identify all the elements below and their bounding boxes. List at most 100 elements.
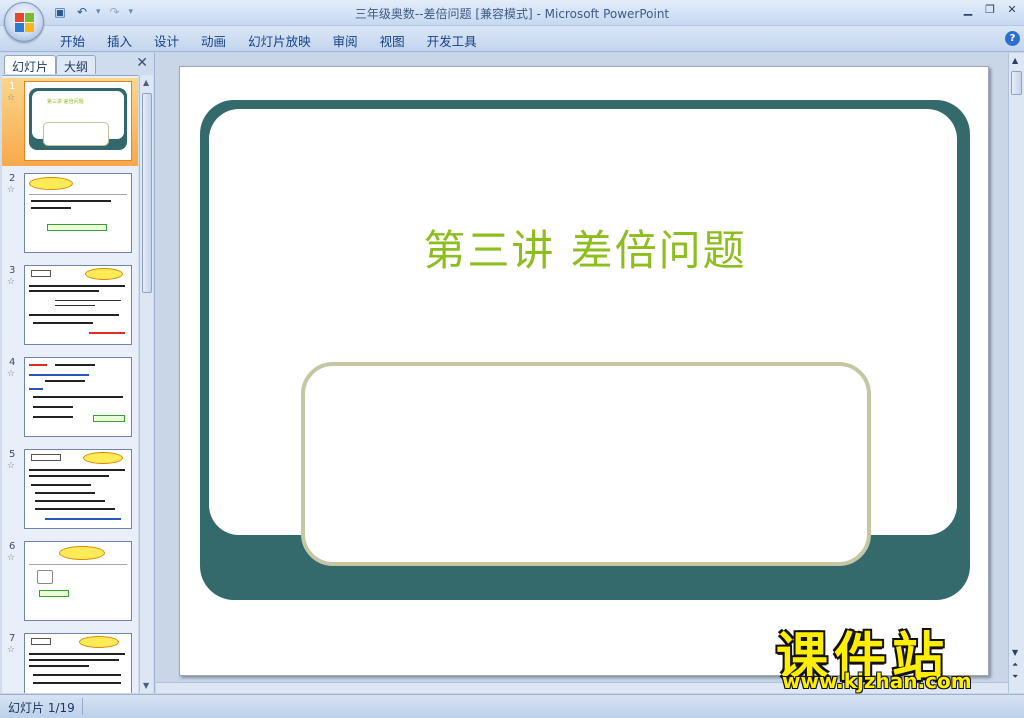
- thumb-text-line: [29, 665, 89, 667]
- thumbnail-slide-4[interactable]: 4 ☆: [2, 354, 138, 442]
- thumb-text-line: [35, 492, 95, 494]
- office-button[interactable]: [4, 2, 44, 42]
- close-icon[interactable]: ✕: [1006, 3, 1018, 17]
- scroll-up-icon[interactable]: ▲: [1012, 57, 1018, 65]
- thumb-text-line: [31, 200, 111, 202]
- slide-title[interactable]: 第三讲 差倍问题: [180, 217, 990, 278]
- thumb-red-line: [29, 364, 47, 366]
- thumbnail-slide-2[interactable]: 2 ☆: [2, 170, 138, 258]
- slide-editor: 第三讲 差倍问题: [156, 53, 1008, 693]
- thumbnail-slide-7[interactable]: 7 ☆: [2, 630, 138, 693]
- thumb-label-box: [31, 454, 61, 461]
- thumb-text-line: [33, 406, 73, 408]
- thumb-text-line: [45, 380, 85, 382]
- thumb-green-box: [47, 224, 107, 231]
- slide-number: 2: [9, 173, 16, 184]
- status-divider: [82, 698, 83, 715]
- thumb-text-line: [29, 285, 125, 287]
- thumb-bar: [55, 300, 121, 301]
- scrollbar-thumb[interactable]: [142, 93, 152, 293]
- slide-number: 5: [9, 449, 16, 460]
- subtitle-placeholder[interactable]: [301, 362, 871, 566]
- animation-star-icon: ☆: [7, 185, 16, 195]
- thumb-blue-line: [45, 518, 121, 520]
- thumbnail-slide-6[interactable]: 6 ☆: [2, 538, 138, 626]
- minimize-icon[interactable]: ▁: [962, 3, 974, 17]
- slide-thumbnail: [24, 449, 132, 529]
- slide-canvas[interactable]: 第三讲 差倍问题: [179, 66, 989, 676]
- thumb-blue-line: [29, 388, 43, 390]
- thumb-text-line: [31, 484, 91, 486]
- thumbnail-slide-5[interactable]: 5 ☆: [2, 446, 138, 534]
- thumb-text-line: [33, 396, 123, 398]
- animation-star-icon: ☆: [7, 553, 16, 563]
- thumb-subtitle-box: [43, 122, 109, 146]
- thumb-green-box: [39, 590, 69, 597]
- thumb-cloud: [59, 546, 105, 560]
- scrollbar-thumb[interactable]: [1011, 71, 1022, 95]
- thumb-green-box: [93, 415, 125, 422]
- thumb-text-line: [33, 682, 121, 684]
- watermark-url: www.kjzhan.com: [782, 669, 972, 693]
- animation-star-icon: ☆: [7, 93, 16, 103]
- window-controls: ▁ ❐ ✕: [962, 3, 1018, 17]
- thumb-text-line: [29, 314, 119, 316]
- next-slide-icon[interactable]: ⏷: [1012, 673, 1018, 681]
- thumb-title: 第三讲 差倍问题: [47, 99, 84, 105]
- tab-home[interactable]: 开始: [60, 31, 99, 50]
- scroll-down-icon[interactable]: ▼: [1012, 649, 1018, 657]
- thumbnail-scrollbar[interactable]: ▲ ▼: [139, 75, 153, 693]
- tab-design[interactable]: 设计: [154, 31, 193, 50]
- slide-thumbnail: [24, 633, 132, 693]
- office-logo-icon: [15, 13, 35, 33]
- slide-scrollbar[interactable]: ▲ ▼ ⏶ ⏷: [1008, 53, 1024, 693]
- thumb-text-line: [29, 475, 109, 477]
- thumbnail-slide-1[interactable]: 1 ☆ 第三讲 差倍问题: [2, 78, 138, 166]
- tab-slideshow[interactable]: 幻灯片放映: [248, 31, 325, 50]
- scroll-up-icon[interactable]: ▲: [143, 78, 149, 87]
- thumb-red-line: [89, 332, 125, 334]
- previous-slide-icon[interactable]: ⏶: [1012, 661, 1018, 669]
- window-title: 三年级奥数--差倍问题 [兼容模式] - Microsoft PowerPoin…: [354, 7, 670, 21]
- animation-star-icon: ☆: [7, 277, 16, 287]
- ribbon-tabs: 开始 插入 设计 动画 幻灯片放映 审阅 视图 开发工具: [60, 31, 499, 50]
- slide-number: 3: [9, 265, 16, 276]
- thumb-cloud: [85, 268, 123, 280]
- thumb-text-line: [29, 659, 119, 661]
- thumb-picture: [37, 570, 53, 584]
- tab-insert[interactable]: 插入: [107, 31, 146, 50]
- slide-number: 4: [9, 357, 16, 368]
- thumbnail-slide-3[interactable]: 3 ☆: [2, 262, 138, 350]
- status-bar: 幻灯片 1/19: [0, 694, 1024, 718]
- thumb-text-line: [29, 469, 125, 471]
- tab-outline[interactable]: 大纲: [56, 55, 97, 74]
- thumb-label-box: [31, 638, 51, 645]
- thumb-cloud: [29, 177, 73, 190]
- thumb-text-line: [33, 322, 93, 324]
- ribbon-tab-bar: 开始 插入 设计 动画 幻灯片放映 审阅 视图 开发工具 ?: [0, 26, 1024, 52]
- slide-number: 7: [9, 633, 16, 644]
- tab-slides[interactable]: 幻灯片: [4, 55, 57, 74]
- tab-view[interactable]: 视图: [380, 31, 419, 50]
- help-icon[interactable]: ?: [1005, 31, 1020, 46]
- watermark: 课件站 www.kjzhan.com: [776, 615, 1012, 695]
- thumb-rule: [29, 564, 127, 565]
- restore-icon[interactable]: ❐: [984, 3, 996, 17]
- tab-review[interactable]: 审阅: [333, 31, 372, 50]
- thumb-text-line: [29, 290, 99, 292]
- scroll-down-icon[interactable]: ▼: [143, 681, 149, 690]
- slide-thumbnail: [24, 357, 132, 437]
- thumb-text-line: [35, 508, 115, 510]
- animation-star-icon: ☆: [7, 461, 16, 471]
- thumb-text-line: [33, 674, 121, 676]
- thumb-text-line: [31, 207, 71, 209]
- pane-tabs: 幻灯片 大纲: [2, 55, 152, 74]
- slide-number: 6: [9, 541, 16, 552]
- tab-developer[interactable]: 开发工具: [427, 31, 491, 50]
- thumb-bar: [55, 305, 95, 306]
- close-pane-icon[interactable]: ✕: [136, 55, 148, 71]
- slide-number: 1: [9, 81, 16, 92]
- thumb-rule: [29, 194, 127, 195]
- thumb-cloud: [83, 452, 123, 464]
- tab-animations[interactable]: 动画: [201, 31, 240, 50]
